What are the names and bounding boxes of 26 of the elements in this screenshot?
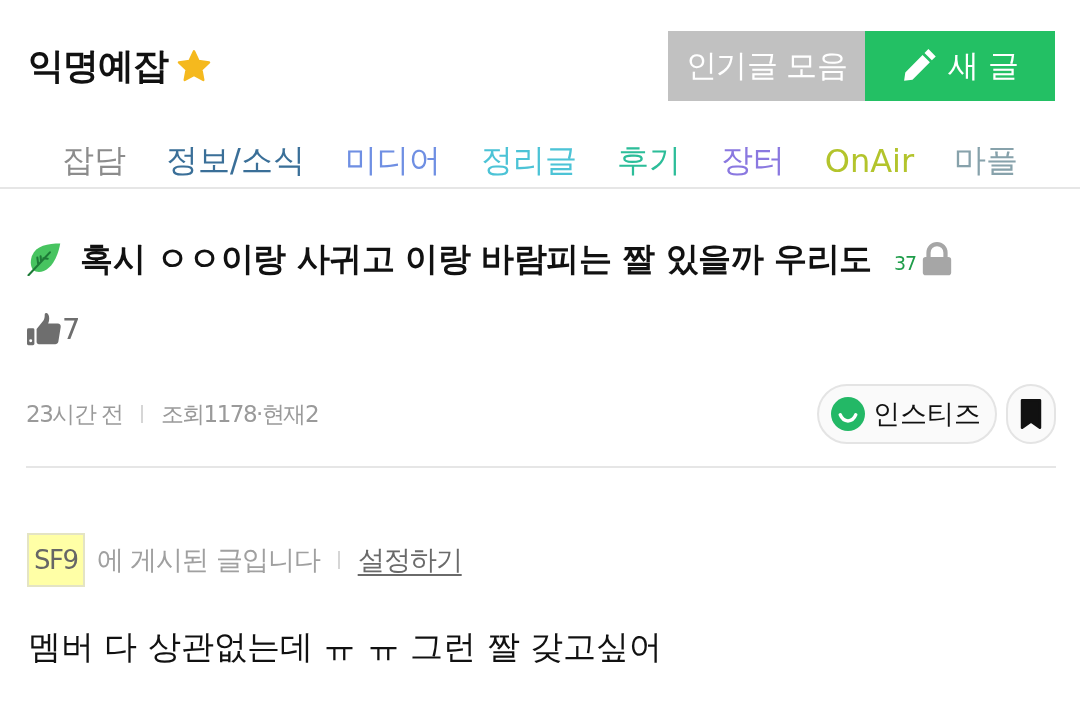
- category-link[interactable]: 후기: [616, 139, 681, 183]
- bookmark-button[interactable]: [1006, 384, 1056, 444]
- category-link[interactable]: 정리글: [480, 139, 577, 183]
- post-title: 혹시 ㅇㅇ이랑 사귀고 이랑 바람피는 짤 있을까 우리도: [80, 237, 872, 280]
- new-post-button[interactable]: 새 글: [865, 31, 1055, 101]
- settings-link[interactable]: 설정하기: [357, 542, 462, 578]
- category-link[interactable]: OnAir: [824, 142, 915, 180]
- like-count: 7: [62, 312, 81, 346]
- category-link[interactable]: 잡담: [61, 139, 126, 183]
- category-link[interactable]: 마플: [954, 139, 1019, 183]
- view-stats: 조회1178·현재2: [160, 399, 319, 429]
- category-link[interactable]: 미디어: [344, 139, 441, 183]
- star-icon[interactable]: [176, 49, 212, 83]
- thumbs-up-icon: [26, 312, 62, 346]
- notice-text: 에 게시된 글입니다: [96, 543, 320, 577]
- post-time: 23시간 전: [26, 399, 123, 429]
- leaf-icon: [26, 242, 62, 276]
- board-title: 익명예잡: [28, 43, 168, 88]
- comment-count: 37: [893, 252, 917, 274]
- category-link[interactable]: 정보/소식: [165, 139, 305, 183]
- group-tag: SF9: [27, 533, 85, 587]
- popular-posts-button[interactable]: 인기글 모음: [668, 31, 865, 101]
- smiley-logo-icon: [831, 397, 865, 431]
- source-button[interactable]: 인스티즈: [817, 384, 997, 444]
- post-body: 멤버 다 상관없는데 ㅠ ㅠ 그런 짤 갖고싶어: [28, 626, 664, 668]
- category-link[interactable]: 장터: [720, 139, 785, 183]
